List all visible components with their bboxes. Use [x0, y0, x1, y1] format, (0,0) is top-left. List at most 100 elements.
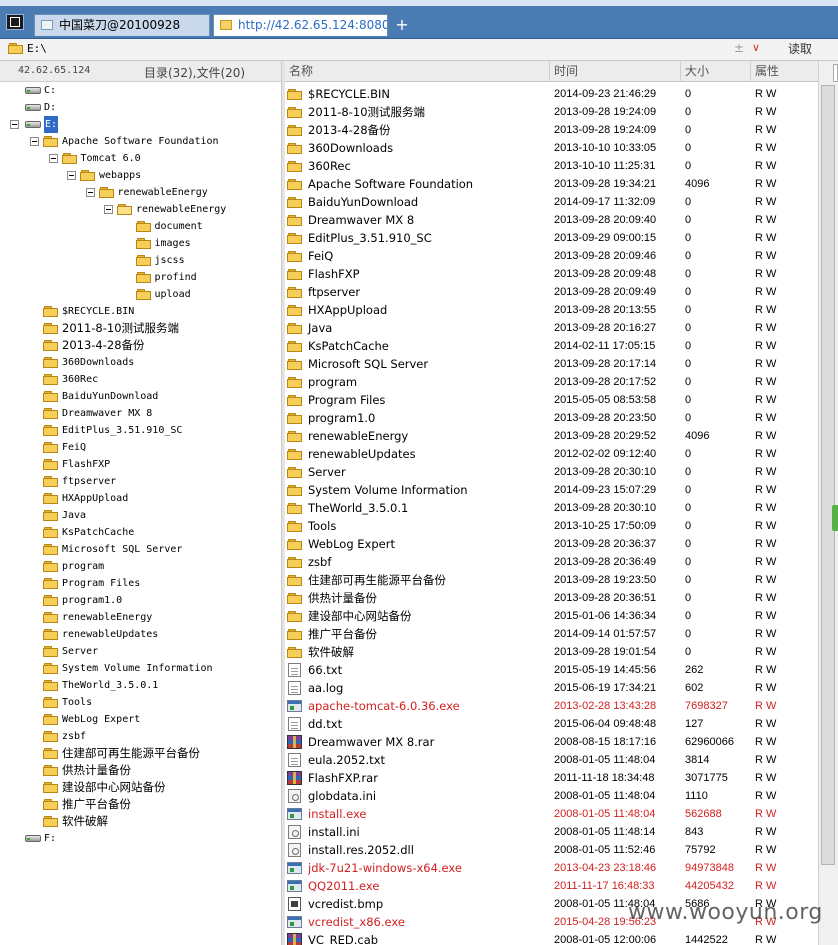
tree-node[interactable]: 住建部可再生能源平台备份 [0, 745, 281, 762]
tree-node[interactable]: profind [0, 269, 281, 286]
table-row[interactable]: eula.2052.txt 2008-01-05 11:48:04 3814 R W [285, 751, 818, 769]
table-row[interactable]: FeiQ 2013-09-28 20:09:46 0 R W [285, 247, 818, 265]
table-row[interactable]: FlashFXP.rar 2011-11-18 18:34:48 3071775 R … [285, 769, 818, 787]
tree-node[interactable]: Tools [0, 694, 281, 711]
table-row[interactable]: ftpserver 2013-09-28 20:09:49 0 R W [285, 283, 818, 301]
tree-node[interactable]: Java [0, 507, 281, 524]
table-row[interactable]: Tools 2013-10-25 17:50:09 0 R W [285, 517, 818, 535]
tree-node[interactable]: C: [0, 82, 281, 99]
scroll-thumb[interactable] [821, 85, 835, 865]
tree-node[interactable]: images [0, 235, 281, 252]
collapse-icon[interactable] [104, 205, 113, 214]
tab-remote-url[interactable]: http://42.62.65.124:8080/ren... [213, 14, 388, 36]
table-row[interactable]: QQ2011.exe 2011-11-17 16:48:33 44205432 R W [285, 877, 818, 895]
table-row[interactable]: FlashFXP 2013-09-28 20:09:48 0 R W [285, 265, 818, 283]
tree-node[interactable]: System Volume Information [0, 660, 281, 677]
table-row[interactable]: 供热计量备份 2013-09-28 20:36:51 0 R W [285, 589, 818, 607]
tree-node[interactable]: 建设部中心网站备份 [0, 779, 281, 796]
table-row[interactable]: jdk-7u21-windows-x64.exe 2013-04-23 23:18… [285, 859, 818, 877]
table-row[interactable]: renewableUpdates 2012-02-02 09:12:40 0 R W [285, 445, 818, 463]
table-row[interactable]: install.res.2052.dll 2008-01-05 11:52:46 7… [285, 841, 818, 859]
table-row[interactable]: 360Downloads 2013-10-10 10:33:05 0 R W [285, 139, 818, 157]
table-row[interactable]: VC_RED.cab 2008-01-05 12:00:06 1442522 R W [285, 931, 818, 945]
table-row[interactable]: program 2013-09-28 20:17:52 0 R W [285, 373, 818, 391]
read-button[interactable]: 读取 [770, 39, 830, 59]
tree-node[interactable]: BaiduYunDownload [0, 388, 281, 405]
tree-node[interactable]: renewableUpdates [0, 626, 281, 643]
path-input[interactable]: E:\ [27, 42, 47, 55]
table-row[interactable]: Apache Software Foundation 2013-09-28 19:… [285, 175, 818, 193]
table-row[interactable]: $RECYCLE.BIN 2014-09-23 21:46:29 0 R W [285, 85, 818, 103]
tree-node[interactable]: 360Rec [0, 371, 281, 388]
side-panel-tab[interactable] [833, 64, 838, 82]
directory-tree[interactable]: C: D: E: Apache Software Foundation Tomcat 6… [0, 82, 281, 945]
tree-node[interactable]: ftpserver [0, 473, 281, 490]
table-row[interactable]: zsbf 2013-09-28 20:36:49 0 R W [285, 553, 818, 571]
column-attr[interactable]: 属性 [750, 61, 818, 81]
table-row[interactable]: 软件破解 2013-09-28 19:01:54 0 R W [285, 643, 818, 661]
collapse-icon[interactable] [67, 171, 76, 180]
tree-node[interactable]: E: [0, 116, 281, 133]
side-green-tab[interactable] [832, 505, 838, 531]
table-row[interactable]: Dreamwaver MX 8.rar 2008-08-15 18:17:16 62… [285, 733, 818, 751]
tree-node[interactable]: 推广平台备份 [0, 796, 281, 813]
tree-node[interactable]: Microsoft SQL Server [0, 541, 281, 558]
vertical-scrollbar[interactable] [818, 61, 838, 945]
tree-node[interactable]: 供热计量备份 [0, 762, 281, 779]
new-tab-button[interactable]: + [393, 14, 411, 36]
tree-node[interactable]: document [0, 218, 281, 235]
table-row[interactable]: install.exe 2008-01-05 11:48:04 562688 R W [285, 805, 818, 823]
table-row[interactable]: KsPatchCache 2014-02-11 17:05:15 0 R W [285, 337, 818, 355]
collapse-icon[interactable] [10, 120, 19, 129]
tree-node[interactable]: F: [0, 830, 281, 847]
table-row[interactable]: System Volume Information 2014-09-23 15:0… [285, 481, 818, 499]
collapse-icon[interactable] [30, 137, 39, 146]
plus-minus-icon[interactable]: ± [734, 41, 744, 55]
table-row[interactable]: install.ini 2008-01-05 11:48:14 843 R W [285, 823, 818, 841]
tree-node[interactable]: Apache Software Foundation [0, 133, 281, 150]
tree-node[interactable]: 软件破解 [0, 813, 281, 830]
table-row[interactable]: Program Files 2015-05-05 08:53:58 0 R W [285, 391, 818, 409]
table-row[interactable]: Dreamwaver MX 8 2013-09-28 20:09:40 0 R W [285, 211, 818, 229]
table-row[interactable]: BaiduYunDownload 2014-09-17 11:32:09 0 R W [285, 193, 818, 211]
tree-node[interactable]: 2013-4-28备份 [0, 337, 281, 354]
tree-node[interactable]: upload [0, 286, 281, 303]
table-row[interactable]: 360Rec 2013-10-10 11:25:31 0 R W [285, 157, 818, 175]
table-row[interactable]: apache-tomcat-6.0.36.exe 2013-02-28 13:43… [285, 697, 818, 715]
table-row[interactable]: program1.0 2013-09-28 20:23:50 0 R W [285, 409, 818, 427]
table-row[interactable]: aa.log 2015-06-19 17:34:21 602 R W [285, 679, 818, 697]
collapse-icon[interactable] [48, 154, 58, 163]
tree-node[interactable]: zsbf [0, 728, 281, 745]
table-row[interactable]: WebLog Expert 2013-09-28 20:36:37 0 R W [285, 535, 818, 553]
table-row[interactable]: 66.txt 2015-05-19 14:45:56 262 R W [285, 661, 818, 679]
tree-node[interactable]: program [0, 558, 281, 575]
tree-node[interactable]: EditPlus_3.51.910_SC [0, 422, 281, 439]
collapse-icon[interactable] [85, 188, 95, 197]
tree-node[interactable]: D: [0, 99, 281, 116]
table-row[interactable]: HXAppUpload 2013-09-28 20:13:55 0 R W [285, 301, 818, 319]
tree-node[interactable]: 2011-8-10测试服务端 [0, 320, 281, 337]
tree-node[interactable]: TheWorld_3.5.0.1 [0, 677, 281, 694]
table-row[interactable]: Microsoft SQL Server 2013-09-28 20:17:14 0… [285, 355, 818, 373]
tree-node[interactable]: Server [0, 643, 281, 660]
tree-node[interactable]: Tomcat 6.0 [0, 150, 281, 167]
tab-caidao[interactable]: 中国菜刀@20100928 [34, 14, 210, 36]
tree-node[interactable]: Program Files [0, 575, 281, 592]
table-row[interactable]: EditPlus_3.51.910_SC 2013-09-29 09:00:15 0… [285, 229, 818, 247]
tree-node[interactable]: HXAppUpload [0, 490, 281, 507]
table-row[interactable]: Server 2013-09-28 20:30:10 0 R W [285, 463, 818, 481]
tree-node[interactable]: program1.0 [0, 592, 281, 609]
table-row[interactable]: renewableEnergy 2013-09-28 20:29:52 4096 R … [285, 427, 818, 445]
tree-node[interactable]: $RECYCLE.BIN [0, 303, 281, 320]
chevron-down-icon[interactable]: ∨ [752, 41, 760, 54]
tree-node[interactable]: renewableEnergy [0, 609, 281, 626]
tree-node[interactable]: FeiQ [0, 439, 281, 456]
tree-node[interactable]: renewableEnergy [0, 184, 281, 201]
table-row[interactable]: 建设部中心网站备份 2015-01-06 14:36:34 0 R W [285, 607, 818, 625]
tree-node[interactable]: KsPatchCache [0, 524, 281, 541]
table-row[interactable]: dd.txt 2015-06-04 09:48:48 127 R W [285, 715, 818, 733]
table-row[interactable]: 推广平台备份 2014-09-14 01:57:57 0 R W [285, 625, 818, 643]
tree-node[interactable]: renewableEnergy [0, 201, 281, 218]
table-row[interactable]: 住建部可再生能源平台备份 2013-09-28 19:23:50 0 R W [285, 571, 818, 589]
column-name[interactable]: 名称 [285, 61, 549, 81]
